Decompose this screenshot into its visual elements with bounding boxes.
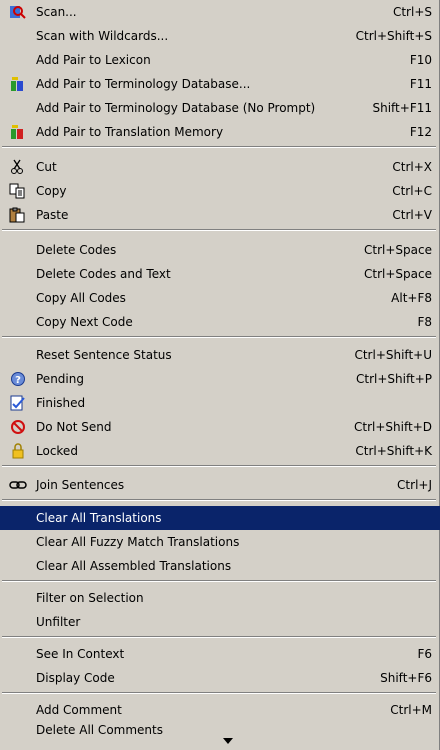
menu-item-label: Copy Next Code (36, 315, 133, 329)
menu-item-label: Clear All Translations (36, 511, 162, 525)
menu-item-label: Reset Sentence Status (36, 348, 172, 362)
menu-item-delete-codes-and-text[interactable]: Delete Codes and Text Ctrl+Space (0, 262, 440, 286)
menu-item-shortcut: Ctrl+S (392, 5, 432, 19)
menu-item-label: See In Context (36, 647, 125, 661)
menu-item-clear-all-assembled-translations[interactable]: Clear All Assembled Translations (0, 554, 440, 578)
menu-item-shortcut: Ctrl+Shift+P (356, 372, 432, 386)
menu-item-shortcut: F8 (417, 315, 432, 329)
menu-item-locked[interactable]: Locked Ctrl+Shift+K (0, 439, 440, 463)
menu-item-reset-sentence-status[interactable]: Reset Sentence Status Ctrl+Shift+U (0, 343, 440, 367)
menu-item-cut[interactable]: Cut Ctrl+X (0, 155, 440, 179)
copy-icon (9, 183, 27, 199)
menu-separator (2, 580, 436, 582)
menu-item-shortcut: Ctrl+Shift+U (354, 348, 432, 362)
menu-separator (2, 146, 436, 148)
menu-item-see-in-context[interactable]: See In Context F6 (0, 642, 440, 666)
menu-item-label: Delete Codes and Text (36, 267, 171, 281)
menu-item-scan-with-wildcards[interactable]: Scan with Wildcards... Ctrl+Shift+S (0, 24, 440, 48)
menu-item-shortcut: F11 (409, 77, 432, 91)
scissors-icon (9, 159, 27, 175)
add-translation-memory-icon (9, 124, 27, 140)
svg-text:?: ? (15, 375, 21, 386)
menu-item-paste[interactable]: Paste Ctrl+V (0, 203, 440, 227)
menu-item-label: Add Pair to Lexicon (36, 53, 151, 67)
menu-item-label: Copy (36, 184, 67, 198)
menu-item-label: Clear All Fuzzy Match Translations (36, 535, 240, 549)
menu-item-display-code[interactable]: Display Code Shift+F6 (0, 666, 440, 690)
menu-item-shortcut: F10 (409, 53, 432, 67)
menu-item-label: Add Pair to Terminology Database (No Pro… (36, 101, 316, 115)
menu-item-label: Delete Codes (36, 243, 117, 257)
menu-item-label: Do Not Send (36, 420, 112, 434)
menu-item-label: Cut (36, 160, 57, 174)
menu-item-shortcut: Ctrl+Space (364, 267, 432, 281)
paste-icon (9, 207, 27, 223)
lock-icon (9, 443, 27, 459)
menu-item-shortcut: Ctrl+J (397, 478, 432, 492)
menu-separator (2, 465, 436, 467)
scan-magnifier-icon (9, 4, 27, 20)
menu-item-copy-all-codes[interactable]: Copy All Codes Alt+F8 (0, 286, 440, 310)
menu-item-delete-all-comments[interactable]: Delete All Comments (0, 718, 440, 742)
menu-separator (2, 336, 436, 338)
menu-item-delete-codes[interactable]: Delete Codes Ctrl+Space (0, 238, 440, 262)
context-menu: Scan... Ctrl+S Scan with Wildcards... Ct… (0, 0, 440, 750)
no-entry-icon (9, 419, 27, 435)
menu-item-label: Delete All Comments (36, 723, 163, 737)
menu-item-label: Scan... (36, 5, 77, 19)
menu-item-label: Paste (36, 208, 69, 222)
menu-item-add-pair-to-terminology-database[interactable]: Add Pair to Terminology Database... F11 (0, 72, 440, 96)
menu-item-shortcut: Ctrl+Shift+D (354, 420, 432, 434)
menu-item-label: Finished (36, 396, 86, 410)
scroll-down-arrow-icon[interactable] (223, 738, 233, 744)
menu-item-shortcut: F12 (409, 125, 432, 139)
menu-item-label: Filter on Selection (36, 591, 144, 605)
menu-item-do-not-send[interactable]: Do Not Send Ctrl+Shift+D (0, 415, 440, 439)
menu-item-pending[interactable]: ? Pending Ctrl+Shift+P (0, 367, 440, 391)
menu-item-shortcut: Shift+F6 (380, 671, 432, 685)
menu-item-label: Scan with Wildcards... (36, 29, 169, 43)
menu-separator (2, 692, 436, 694)
chain-link-icon (9, 477, 27, 493)
menu-item-add-pair-to-translation-memory[interactable]: Add Pair to Translation Memory F12 (0, 120, 440, 144)
menu-item-clear-all-translations[interactable]: Clear All Translations (0, 506, 440, 530)
menu-item-shortcut: Ctrl+X (392, 160, 432, 174)
menu-item-label: Unfilter (36, 615, 81, 629)
menu-item-label: Copy All Codes (36, 291, 126, 305)
menu-item-label: Add Pair to Translation Memory (36, 125, 224, 139)
menu-item-shortcut: Shift+F11 (372, 101, 432, 115)
menu-separator (2, 229, 436, 231)
menu-item-add-pair-to-lexicon[interactable]: Add Pair to Lexicon F10 (0, 48, 440, 72)
menu-item-label: Clear All Assembled Translations (36, 559, 232, 573)
menu-item-unfilter[interactable]: Unfilter (0, 610, 440, 634)
add-terminology-icon (9, 76, 27, 92)
menu-item-shortcut: F6 (417, 647, 432, 661)
menu-item-shortcut: Ctrl+C (392, 184, 432, 198)
pending-question-icon: ? (9, 371, 27, 387)
menu-item-filter-on-selection[interactable]: Filter on Selection (0, 586, 440, 610)
menu-item-shortcut: Alt+F8 (391, 291, 432, 305)
menu-item-shortcut: Ctrl+Shift+S (355, 29, 432, 43)
menu-item-clear-all-fuzzy-match-translations[interactable]: Clear All Fuzzy Match Translations (0, 530, 440, 554)
menu-separator (2, 636, 436, 638)
menu-item-shortcut: Ctrl+Space (364, 243, 432, 257)
menu-item-shortcut: Ctrl+V (392, 208, 432, 222)
menu-separator (2, 499, 436, 501)
menu-item-label: Locked (36, 444, 78, 458)
menu-item-label: Join Sentences (36, 478, 125, 492)
menu-item-join-sentences[interactable]: Join Sentences Ctrl+J (0, 473, 440, 497)
menu-item-copy[interactable]: Copy Ctrl+C (0, 179, 440, 203)
menu-item-label: Display Code (36, 671, 115, 685)
menu-item-add-pair-to-terminology-database-no-prompt[interactable]: Add Pair to Terminology Database (No Pro… (0, 96, 440, 120)
finished-document-icon (9, 395, 27, 411)
menu-item-shortcut: Ctrl+Shift+K (355, 444, 432, 458)
menu-item-copy-next-code[interactable]: Copy Next Code F8 (0, 310, 440, 334)
menu-item-scan[interactable]: Scan... Ctrl+S (0, 0, 440, 24)
menu-item-label: Pending (36, 372, 84, 386)
menu-item-label: Add Pair to Terminology Database... (36, 77, 251, 91)
menu-item-finished[interactable]: Finished (0, 391, 440, 415)
